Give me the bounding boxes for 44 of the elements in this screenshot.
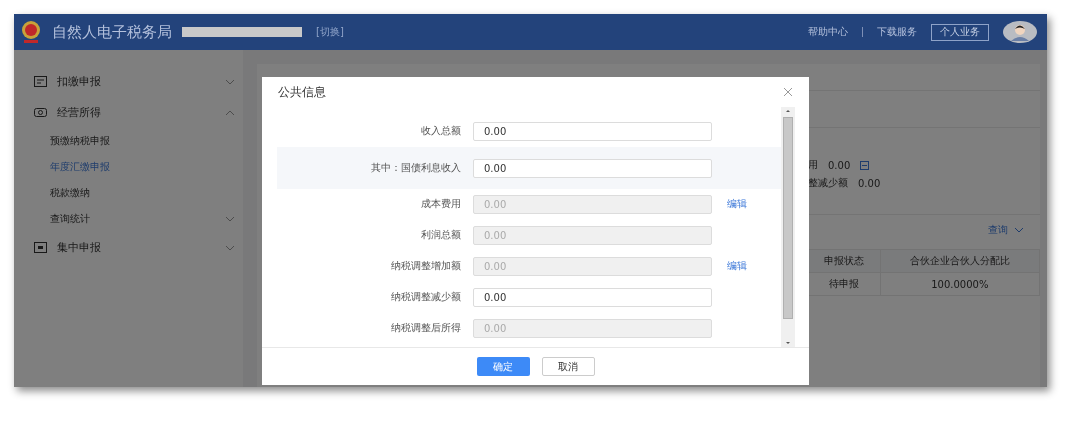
switch-link[interactable]: [切换] xyxy=(316,25,344,39)
avatar-icon[interactable] xyxy=(1003,21,1037,43)
header-link[interactable]: 下载服务 xyxy=(877,25,917,39)
input-field[interactable]: 0.00 xyxy=(473,288,712,307)
field-label: 收入总额 xyxy=(420,125,461,138)
summary-label: 用 xyxy=(808,158,818,172)
menu-icon xyxy=(34,107,47,118)
scrollbar[interactable] xyxy=(781,107,795,347)
field-label: 成本费用 xyxy=(420,198,461,211)
sidebar-subitem[interactable]: 查询统计 xyxy=(34,206,235,232)
input-field[interactable]: 0.00 xyxy=(473,122,712,141)
sidebar-item[interactable]: 扣缴申报 xyxy=(34,66,235,97)
close-icon[interactable] xyxy=(783,87,793,97)
column-header: 合伙企业合伙人分配比 xyxy=(880,249,1040,273)
personal-business-button[interactable]: 个人业务 xyxy=(931,23,989,41)
sidebar-subitem[interactable]: 预缴纳税申报 xyxy=(34,128,235,154)
header-link[interactable]: 帮助中心 xyxy=(808,25,848,39)
chevron-icon xyxy=(225,109,235,116)
menu-icon xyxy=(34,76,47,87)
chevron-icon xyxy=(225,78,235,85)
field-label: 纳税调整后所得 xyxy=(390,322,461,335)
sidebar-item[interactable]: 经营所得 xyxy=(34,97,235,128)
field-label: 纳税调整增加额 xyxy=(390,260,461,273)
summary-value: 0.00 xyxy=(828,159,851,171)
sidebar-subitem[interactable]: 税款缴纳 xyxy=(34,180,235,206)
chevron-icon xyxy=(225,244,235,251)
sidebar-item[interactable]: 集中申报 xyxy=(34,232,235,263)
sidebar-subitem[interactable]: 年度汇缴申报 xyxy=(34,154,235,180)
summary-label: 整减少额 xyxy=(808,176,848,190)
input-field[interactable]: 0.00 xyxy=(473,158,712,178)
cancel-button[interactable]: 取消 xyxy=(541,357,595,376)
edit-icon[interactable] xyxy=(860,160,870,170)
field-label: 纳税调整减少额 xyxy=(390,291,461,304)
table-cell: 100.0000% xyxy=(880,272,1040,296)
column-header: 申报状态 xyxy=(808,249,881,273)
site-title: 自然人电子税务局 xyxy=(52,22,172,42)
field-label: 利润总额 xyxy=(420,229,461,242)
field-label: 其中：国债利息收入 xyxy=(370,161,461,175)
menu-icon xyxy=(34,242,47,253)
dialog-title: 公共信息 xyxy=(278,83,326,101)
query-link[interactable]: 查询 xyxy=(988,223,1008,237)
summary-value: 0.00 xyxy=(858,177,881,189)
chevron-icon xyxy=(1014,227,1024,233)
confirm-button[interactable]: 确定 xyxy=(476,357,530,376)
